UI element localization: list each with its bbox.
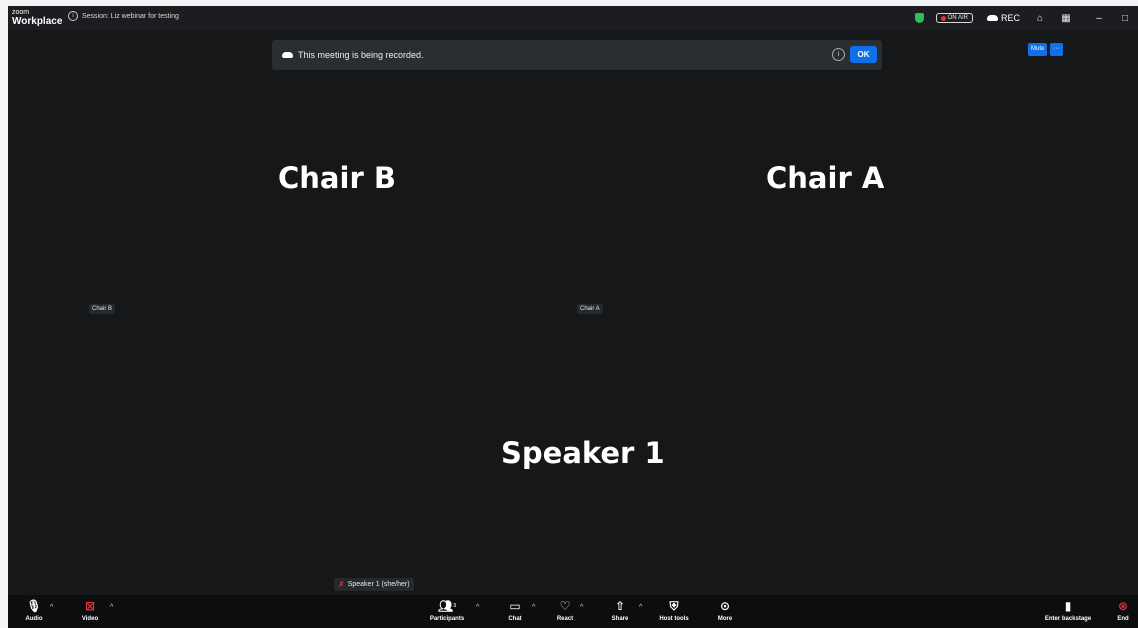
participants-label: Participants (429, 616, 465, 622)
participants-button[interactable]: 👥︎3 Participants (426, 599, 468, 622)
cloud-recording-indicator[interactable]: REC (986, 13, 1020, 23)
chat-bubble-icon: ▭ (509, 599, 521, 613)
meeting-toolbar: 🎙︎ Audio ^ ⊠ Video ^ 👥︎3 Participants ^ … (8, 595, 1138, 628)
cloud-icon (282, 52, 293, 58)
speaker-tag-label: Speaker 1 (she/her) (347, 581, 410, 588)
zoom-window: zoom Workplace i Session: Liz webinar fo… (8, 6, 1138, 628)
rec-label: REC (1000, 13, 1020, 23)
audio-options-chevron-up-icon[interactable]: ^ (50, 604, 53, 611)
more-dots-icon: ⊙ (719, 599, 731, 613)
participant-name-chair-a: Chair A (766, 161, 885, 195)
video-label: Video (81, 616, 99, 622)
video-options-chevron-up-icon[interactable]: ^ (110, 604, 113, 611)
react-label: React (556, 616, 574, 622)
shield-tools-icon: ⛨ (669, 599, 679, 613)
zoom-workplace-logo: zoom Workplace (12, 8, 63, 27)
share-screen-icon: ⇧ (614, 599, 626, 613)
door-icon: ▮ (1064, 599, 1072, 613)
enter-backstage-button[interactable]: ▮ Enter backstage (1038, 599, 1098, 622)
session-title: Session: Liz webinar for testing (82, 12, 179, 20)
muted-mic-icon: ✗ (338, 580, 345, 589)
title-bar-right: ON AIR REC ⌂ ▦ – □ (914, 6, 1138, 30)
chat-options-chevron-up-icon[interactable]: ^ (532, 604, 535, 611)
session-info[interactable]: i Session: Liz webinar for testing (68, 11, 179, 21)
view-options-icon[interactable]: ⌂ (1034, 13, 1046, 24)
heart-icon: ♡ (559, 599, 571, 613)
end-button[interactable]: ⊗ End (1108, 599, 1138, 622)
name-tag-chair-a: Chair A (577, 304, 603, 314)
host-tools-label: Host tools (659, 616, 689, 622)
video-off-icon: ⊠ (84, 599, 96, 613)
info-icon[interactable]: i (832, 48, 845, 61)
more-label: More (717, 616, 733, 622)
recording-message: This meeting is being recorded. (298, 50, 424, 60)
self-more-button[interactable]: ··· (1050, 43, 1063, 56)
audio-label: Audio (25, 616, 43, 622)
react-button[interactable]: ♡ React (553, 599, 577, 622)
participants-icon: 👥︎3 (437, 599, 456, 613)
share-label: Share (611, 616, 629, 622)
on-air-badge[interactable]: ON AIR (935, 13, 973, 23)
on-air-label: ON AIR (947, 15, 968, 21)
recording-notification: This meeting is being recorded. i OK (272, 40, 882, 70)
grid-view-icon[interactable]: ▦ (1060, 13, 1072, 24)
share-button[interactable]: ⇧ Share (607, 599, 633, 622)
host-tools-button[interactable]: ⛨ Host tools (654, 599, 694, 622)
participants-options-chevron-up-icon[interactable]: ^ (476, 604, 479, 611)
chat-label: Chat (508, 616, 522, 622)
enter-backstage-label: Enter backstage (1044, 616, 1092, 622)
participants-count: 3 (453, 603, 456, 609)
live-dot-icon (940, 15, 946, 21)
name-tag-speaker-1: ✗ Speaker 1 (she/her) (334, 578, 414, 591)
participant-name-chair-b: Chair B (278, 161, 396, 195)
microphone-icon: 🎙︎ (26, 599, 42, 613)
video-button[interactable]: ⊠ Video (78, 599, 102, 622)
ok-button[interactable]: OK (850, 46, 877, 63)
cloud-icon (986, 15, 998, 21)
minimize-button[interactable]: – (1086, 13, 1112, 24)
react-options-chevron-up-icon[interactable]: ^ (580, 604, 583, 611)
more-button[interactable]: ⊙ More (712, 599, 738, 622)
participant-name-speaker-1: Speaker 1 (501, 436, 665, 470)
share-options-chevron-up-icon[interactable]: ^ (639, 604, 642, 611)
shield-icon[interactable] (914, 13, 924, 23)
name-tag-chair-b: Chair B (89, 304, 116, 314)
info-icon: i (68, 11, 78, 21)
end-icon: ⊗ (1117, 599, 1129, 613)
maximize-button[interactable]: □ (1112, 13, 1138, 24)
audio-button[interactable]: 🎙︎ Audio (22, 599, 46, 622)
logo-big-text: Workplace (12, 16, 63, 27)
end-label: End (1117, 616, 1129, 622)
self-mute-button[interactable]: Mute (1028, 43, 1048, 56)
chat-button[interactable]: ▭ Chat (504, 599, 526, 622)
title-bar: zoom Workplace i Session: Liz webinar fo… (8, 6, 1138, 30)
